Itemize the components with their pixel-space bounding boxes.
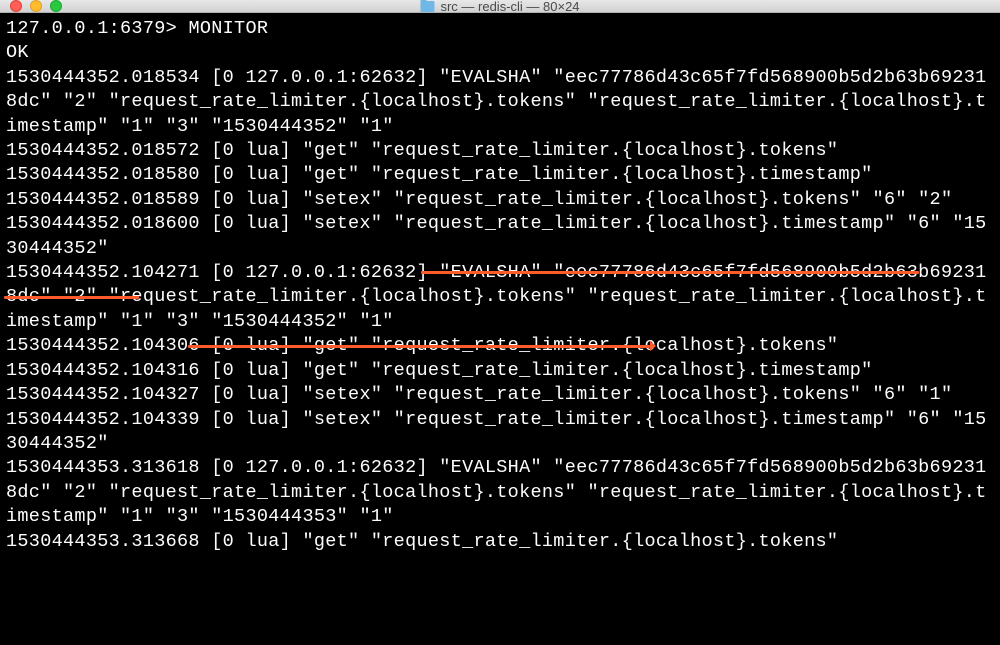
log-line: 1530444352.104327 [0 lua] "setex" "reque…: [6, 384, 952, 405]
log-line: 1530444352.018534 [0 127.0.0.1:62632] "E…: [6, 67, 987, 137]
ok-line: OK: [6, 42, 29, 63]
log-line: 1530444352.018572 [0 lua] "get" "request…: [6, 140, 838, 161]
annotation-underline: [4, 296, 139, 299]
terminal-body[interactable]: 127.0.0.1:6379> MONITOR OK 1530444352.01…: [0, 13, 1000, 645]
log-line: 1530444353.313668 [0 lua] "get" "request…: [6, 531, 838, 552]
close-icon[interactable]: [10, 0, 22, 12]
window-title: src — redis-cli — 80×24: [420, 0, 579, 14]
window-title-text: src — redis-cli — 80×24: [440, 0, 579, 14]
log-line: 1530444352.018600 [0 lua] "setex" "reque…: [6, 213, 987, 258]
command: MONITOR: [188, 18, 268, 39]
traffic-lights: [0, 0, 62, 12]
log-line: 1530444353.313618 [0 127.0.0.1:62632] "E…: [6, 457, 987, 527]
log-line: 1530444352.104316 [0 lua] "get" "request…: [6, 360, 873, 381]
titlebar[interactable]: src — redis-cli — 80×24: [0, 0, 1000, 13]
minimize-icon[interactable]: [30, 0, 42, 12]
prompt: 127.0.0.1:6379>: [6, 18, 188, 39]
log-line: 1530444352.018589 [0 lua] "setex" "reque…: [6, 189, 952, 210]
folder-icon: [420, 1, 434, 12]
annotation-underline: [421, 271, 919, 274]
log-line: 1530444352.104339 [0 lua] "setex" "reque…: [6, 409, 987, 454]
terminal-window: src — redis-cli — 80×24 127.0.0.1:6379> …: [0, 0, 1000, 645]
zoom-icon[interactable]: [50, 0, 62, 12]
annotation-underline: [188, 345, 650, 348]
log-line: 1530444352.018580 [0 lua] "get" "request…: [6, 164, 873, 185]
